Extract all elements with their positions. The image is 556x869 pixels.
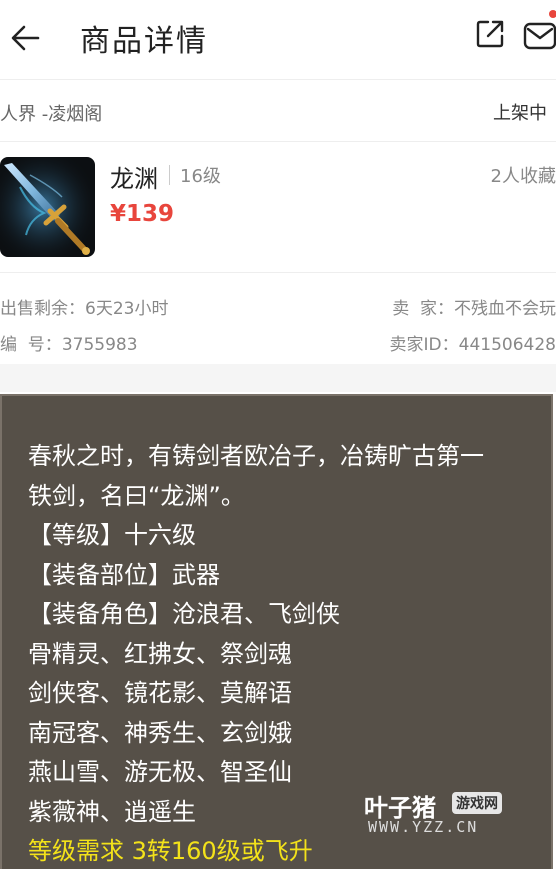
server-row: 人界 -凌烟阁 上架中 [0,80,556,142]
time-remaining-label: 出售剩余： [0,299,85,319]
item-name: 龙渊 [110,165,158,193]
description-line: 春秋之时，有铸剑者欧冶子，冶铸旷古第一 [28,442,484,470]
section-divider [0,364,556,392]
item-summary: 龙渊 16级 ¥139 2人收藏 [0,143,556,273]
time-remaining-value: 6天23小时 [85,299,169,319]
description-line: 【装备角色】沧浪君、飞剑侠 [28,600,340,628]
description-line: 【等级】十六级 [28,521,196,549]
top-bar: 商品详情 [0,0,556,80]
sword-image [0,157,95,257]
divider [169,165,170,185]
arrow-left-icon[interactable] [8,18,48,58]
page-title: 商品详情 [80,24,208,59]
watermark-badge: 游戏网 [452,792,502,814]
item-number-value: 3755983 [61,335,138,355]
seller-id-value: 441506428 [458,335,556,355]
favorite-count: 2人收藏 [490,166,556,187]
level-requirement: 等级需求 3转160级或飞升 [28,837,313,865]
seller-value[interactable]: 不残血不会玩 [454,299,556,319]
notification-dot [549,10,556,18]
listing-status: 上架中 [493,103,547,124]
item-number: 编 号：3755983 [0,330,138,355]
mail-icon[interactable] [522,14,556,54]
sword-thumbnail[interactable] [0,157,95,257]
description-line: 南冠客、神秀生、玄剑娥 [28,719,292,747]
description-line: 紫薇神、逍遥生 [28,798,196,826]
watermark-logo: 叶子猪 游戏网 WWW.YZZ.CN [364,788,534,838]
time-remaining: 出售剩余：6天23小时 [0,294,168,319]
item-number-label: 编 号： [0,335,62,355]
share-icon[interactable] [474,18,506,50]
item-price: ¥139 [110,201,175,227]
description-line: 燕山雪、游无极、智圣仙 [28,758,292,786]
description-line: 【装备部位】武器 [28,561,220,589]
description-line: 铁剑，名曰“龙渊”。 [28,482,245,510]
seller: 卖 家：不残血不会玩 [392,294,556,319]
seller-id: 卖家ID：441506428 [390,330,556,355]
description-line: 骨精灵、红拂女、祭剑魂 [28,640,292,668]
seller-label: 卖 家： [392,299,454,319]
listing-info: 出售剩余：6天23小时 卖 家：不残血不会玩 编 号：3755983 卖家ID：… [0,274,556,360]
description-line: 剑侠客、镜花影、莫解语 [28,679,292,707]
item-level: 16级 [180,166,221,187]
server-name: 人界 -凌烟阁 [0,104,103,125]
seller-id-label: 卖家ID： [389,335,459,355]
watermark-url: WWW.YZZ.CN [368,818,479,836]
